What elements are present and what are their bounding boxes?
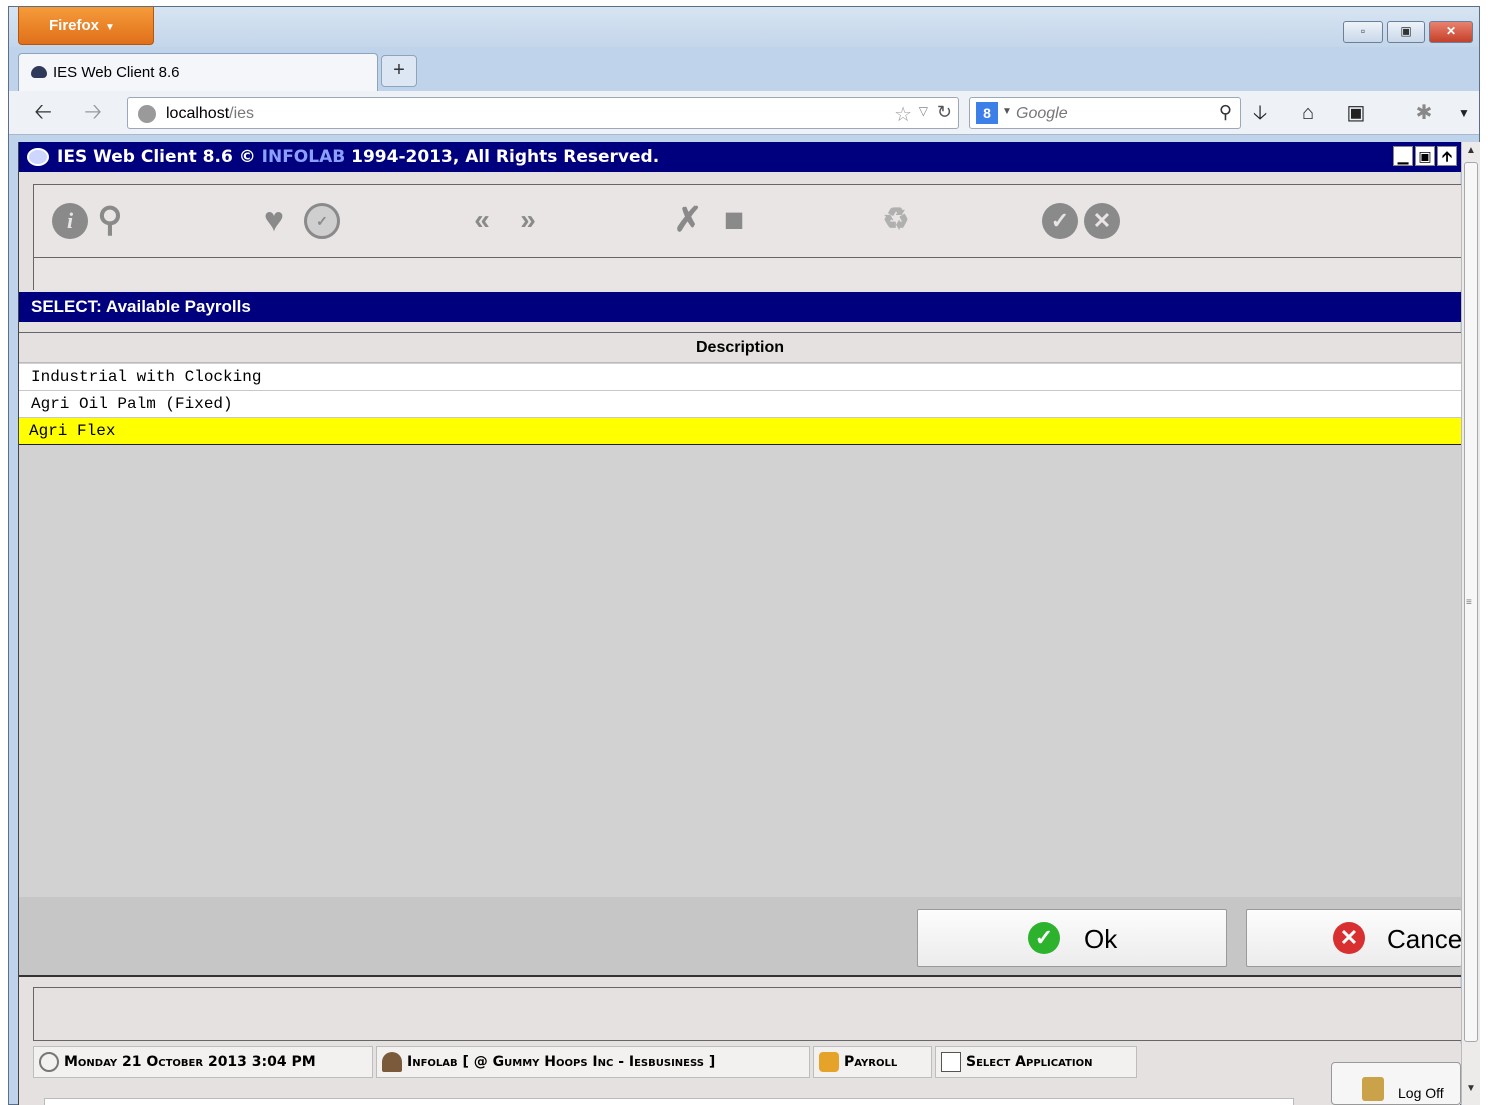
cancel-label: Cance — [1387, 924, 1461, 954]
url-bar[interactable]: localhost/ies ☆ ▽ ↻ — [127, 97, 959, 129]
next-icon[interactable]: » — [510, 203, 546, 239]
status-datetime: Monday 21 October 2013 3:04 PM — [33, 1046, 373, 1078]
firefox-menu-button[interactable]: Firefox ▼ — [18, 7, 154, 45]
app-minimize-icon[interactable]: ▁ — [1393, 146, 1413, 166]
minimize-button[interactable]: ▫ — [1343, 21, 1383, 43]
app-title-brand: INFOLAB — [261, 147, 346, 167]
app-title-bar: IES Web Client 8.6 © INFOLAB 1994-2013, … — [19, 142, 1461, 172]
user-avatar-icon — [382, 1052, 402, 1072]
clock-icon — [39, 1052, 59, 1072]
search-engine-dropdown-icon[interactable]: ▼ — [1002, 106, 1012, 117]
check-icon: ✓ — [1028, 922, 1060, 954]
toolbar-sub-area — [33, 258, 1461, 290]
url-host: localhost — [166, 105, 230, 122]
back-icon[interactable]: 🡠 — [29, 99, 57, 127]
vertical-scrollbar[interactable]: ▲ ≡ ▼ — [1461, 142, 1480, 1105]
search-icon[interactable]: ⚲ — [1219, 102, 1232, 123]
table-row-selected[interactable]: Agri Flex — [19, 418, 1461, 445]
navigation-toolbar: 🡠 🡢 localhost/ies ☆ ▽ ↻ 8 ▼ Google ⚲ 🡣 ⌂… — [9, 91, 1479, 135]
chevron-down-icon: ▼ — [105, 22, 115, 33]
status-module[interactable]: Payroll — [813, 1046, 932, 1078]
heart-icon[interactable]: ♥ — [256, 203, 292, 239]
lower-panel — [33, 987, 1461, 1041]
tab-strip: IES Web Client 8.6 + — [9, 47, 1479, 91]
row-description: Industrial with Clocking — [31, 368, 262, 386]
ies-logo-icon — [27, 148, 49, 166]
status-user[interactable]: Infolab [ @ Gummy Hoops Inc - Iesbusines… — [376, 1046, 810, 1078]
scroll-grip-icon: ≡ — [1466, 597, 1472, 608]
column-header-description[interactable]: Description — [19, 333, 1461, 363]
dialog-button-strip: ✓ Ok ✕ Cance — [19, 897, 1461, 977]
clock-icon[interactable]: ✓ — [304, 203, 340, 239]
tab-title: IES Web Client 8.6 — [53, 64, 180, 81]
status-bar: Monday 21 October 2013 3:04 PM Infolab [… — [33, 1044, 1461, 1080]
user-text: Infolab [ @ Gummy Hoops Inc - Iesbusines… — [407, 1054, 716, 1070]
downloads-icon[interactable]: 🡣 — [1245, 99, 1275, 127]
ies-app-area: IES Web Client 8.6 © INFOLAB 1994-2013, … — [18, 142, 1461, 1105]
horizontal-scrollbar[interactable] — [44, 1098, 1294, 1105]
history-dropdown-icon[interactable]: ▽ — [919, 104, 928, 118]
lock-icon — [1362, 1077, 1384, 1101]
table-row[interactable]: Industrial with Clocking — [19, 364, 1461, 391]
reload-icon[interactable]: ↻ — [937, 102, 952, 123]
datetime-text: Monday 21 October 2013 3:04 PM — [64, 1054, 316, 1070]
recycle-icon[interactable]: ♻ — [878, 203, 914, 239]
tab-ies-web-client[interactable]: IES Web Client 8.6 — [18, 53, 378, 91]
cancel-button[interactable]: ✕ Cance — [1246, 909, 1461, 967]
select-dialog-header: SELECT: Available Payrolls — [19, 292, 1461, 322]
cancel-icon[interactable]: ✕ — [1084, 203, 1120, 239]
module-text: Payroll — [844, 1054, 898, 1070]
app-title-main: IES Web Client 8.6 © — [57, 147, 256, 167]
restore-button[interactable]: ▣ — [1387, 21, 1425, 43]
log-off-button[interactable]: Log Off — [1331, 1062, 1461, 1105]
forward-icon[interactable]: 🡢 — [79, 99, 107, 127]
ok-label: Ok — [1084, 924, 1118, 954]
firefox-menu-label: Firefox — [49, 17, 100, 34]
status-action[interactable]: Select Application — [935, 1046, 1137, 1078]
table-row[interactable]: Agri Oil Palm (Fixed) — [19, 391, 1461, 418]
log-off-label: Log Off — [1398, 1085, 1444, 1101]
search-placeholder: Google — [1016, 105, 1068, 122]
browser-titlebar: Firefox ▼ ▫ ▣ ✕ — [9, 7, 1479, 47]
scroll-down-icon[interactable]: ▼ — [1462, 1080, 1480, 1098]
url-path: /ies — [229, 105, 255, 122]
globe-icon — [138, 105, 156, 123]
app-title-rest: 1994-2013, All Rights Reserved. — [351, 147, 660, 167]
home-icon[interactable]: ⌂ — [1293, 99, 1323, 127]
document-icon — [941, 1052, 961, 1072]
app-window-controls: ▁ ▣ 🡩 — [1393, 146, 1457, 168]
bookmark-star-icon[interactable]: ☆ — [894, 102, 912, 127]
app-restore-icon[interactable]: ▣ — [1415, 146, 1435, 166]
stop-icon[interactable]: ■ — [716, 203, 752, 239]
addon-icon[interactable]: ✱ — [1409, 99, 1439, 127]
app-toolbar: i ⚲ ♥ ✓ « » ✗ ■ ♻ ✓ ✕ — [33, 184, 1461, 258]
ok-button[interactable]: ✓ Ok — [917, 909, 1227, 967]
bookmarks-menu-icon[interactable]: ▣ — [1341, 99, 1371, 127]
overflow-menu-icon[interactable]: ▼ — [1449, 99, 1479, 127]
close-window-button[interactable]: ✕ — [1429, 21, 1473, 43]
previous-icon[interactable]: « — [464, 203, 500, 239]
scroll-up-icon[interactable]: ▲ — [1462, 142, 1480, 160]
search-icon[interactable]: ⚲ — [92, 203, 128, 239]
payroll-icon — [819, 1052, 839, 1072]
tools-icon[interactable]: ✗ — [670, 203, 706, 239]
ies-eye-icon — [31, 66, 47, 78]
url-text[interactable]: localhost/ies — [166, 105, 254, 123]
action-text: Select Application — [966, 1054, 1093, 1070]
row-description: Agri Oil Palm (Fixed) — [31, 395, 233, 413]
cancel-icon: ✕ — [1333, 922, 1365, 954]
row-description: Agri Flex — [29, 422, 116, 440]
payroll-grid: Description Industrial with Clocking Agr… — [19, 332, 1461, 897]
search-bar[interactable]: 8 ▼ Google ⚲ — [969, 97, 1241, 129]
new-tab-button[interactable]: + — [381, 55, 417, 87]
app-up-icon[interactable]: 🡩 — [1437, 146, 1457, 166]
search-engine-icon[interactable]: 8 — [976, 102, 998, 124]
accept-icon[interactable]: ✓ — [1042, 203, 1078, 239]
info-icon[interactable]: i — [52, 203, 88, 239]
